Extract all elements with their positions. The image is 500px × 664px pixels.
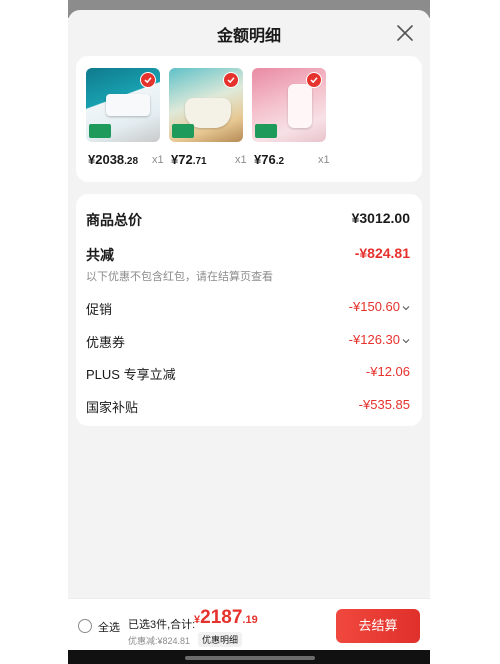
discount-note: 以下优惠不包含红包，请在结算页查看 bbox=[86, 271, 273, 283]
product-price: ¥76.2 bbox=[254, 152, 285, 167]
amount-detail-sheet: 金额明细 ¥2038.28 x1 ¥72.71 x1 ¥76.2 x1 商品总价… bbox=[68, 10, 430, 650]
product-qty: x1 bbox=[235, 154, 247, 166]
checkout-bar: 全选 已选3件,合计: ¥2187.19 优惠减:¥824.81 优惠明细 去结… bbox=[68, 598, 430, 650]
goods-total-value: ¥3012.00 bbox=[351, 210, 410, 226]
discount-value: -¥535.85 bbox=[358, 397, 410, 412]
close-icon[interactable] bbox=[394, 22, 416, 44]
chevron-down-icon bbox=[402, 338, 410, 343]
select-all-label[interactable]: 全选 bbox=[98, 619, 120, 635]
discount-detail-link[interactable]: 优惠明细 bbox=[198, 632, 243, 647]
selected-count-label: 已选3件,合计: bbox=[128, 619, 196, 631]
discount-total-line: 优惠减:¥824.81 bbox=[128, 636, 191, 646]
total-reduce-value: -¥824.81 bbox=[354, 245, 410, 261]
goods-total-row: 商品总价 ¥3012.00 bbox=[86, 210, 410, 230]
discount-row-promotion[interactable]: 促销 -¥150.60 bbox=[86, 299, 410, 319]
product-price: ¥2038.28 bbox=[88, 152, 139, 167]
discount-label: 优惠券 bbox=[86, 335, 126, 350]
discount-row-national-subsidy: 国家补贴 -¥535.85 bbox=[86, 397, 410, 417]
total-reduce-label: 共减 bbox=[86, 247, 114, 263]
product-image-cooker bbox=[169, 68, 243, 142]
discount-value: -¥150.60 bbox=[349, 299, 410, 314]
total-reduce-row: 共减 -¥824.81 bbox=[86, 245, 410, 265]
price-summary-card: 商品总价 ¥3012.00 共减 -¥824.81 以下优惠不包含红包，请在结算… bbox=[76, 194, 422, 426]
product-price: ¥72.71 bbox=[171, 152, 207, 167]
product-item[interactable]: ¥2038.28 x1 bbox=[86, 68, 168, 167]
total-amount: ¥2187.19 bbox=[194, 607, 258, 628]
discount-row-coupon[interactable]: 优惠券 -¥126.30 bbox=[86, 332, 410, 352]
goods-total-label: 商品总价 bbox=[86, 212, 142, 228]
sheet-title: 金额明细 bbox=[216, 28, 281, 45]
product-image-blender bbox=[252, 68, 326, 142]
product-item[interactable]: ¥72.71 x1 bbox=[169, 68, 251, 167]
product-item[interactable]: ¥76.2 x1 bbox=[252, 68, 334, 167]
discount-row-plus: PLUS 专享立减 -¥12.06 bbox=[86, 364, 410, 384]
discount-label: PLUS 专享立减 bbox=[86, 367, 176, 382]
selected-check-icon[interactable] bbox=[306, 72, 322, 88]
selected-check-icon[interactable] bbox=[223, 72, 239, 88]
product-image-water-heater bbox=[86, 68, 160, 142]
chevron-down-icon bbox=[402, 305, 410, 310]
product-qty: x1 bbox=[318, 154, 330, 166]
discount-value: -¥12.06 bbox=[365, 364, 410, 379]
discount-label: 国家补贴 bbox=[86, 400, 139, 415]
discount-label: 促销 bbox=[86, 302, 113, 317]
select-all-radio[interactable] bbox=[78, 619, 92, 633]
selected-check-icon[interactable] bbox=[140, 72, 156, 88]
checkout-button[interactable]: 去结算 bbox=[336, 609, 420, 643]
products-card: ¥2038.28 x1 ¥72.71 x1 ¥76.2 x1 bbox=[76, 56, 422, 182]
discount-value: -¥126.30 bbox=[349, 332, 410, 347]
home-indicator bbox=[185, 656, 315, 660]
product-qty: x1 bbox=[152, 154, 164, 166]
